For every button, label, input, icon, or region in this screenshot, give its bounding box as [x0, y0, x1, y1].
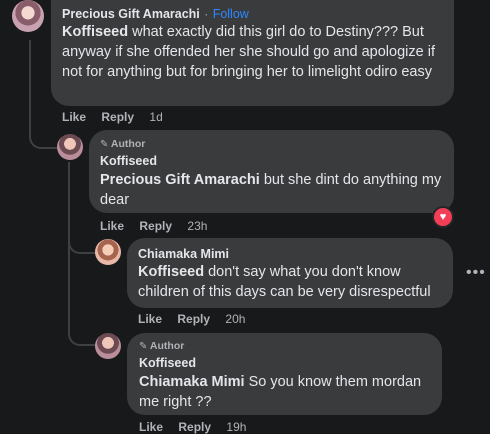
comment-actions: Like Reply 20h [138, 312, 257, 326]
author-badge: ✎ Author [139, 340, 185, 352]
comment-author[interactable]: Chiamaka Mimi [138, 247, 229, 261]
comment-text: Chiamaka Mimi So you know them mordan me… [139, 372, 439, 412]
love-reaction-icon[interactable]: ♥ [432, 206, 454, 228]
timestamp[interactable]: 23h [187, 219, 207, 233]
comment-author[interactable]: Precious Gift Amarachi [62, 7, 200, 21]
timestamp[interactable]: 19h [226, 420, 246, 434]
like-button[interactable]: Like [139, 420, 163, 434]
reply-button[interactable]: Reply [101, 110, 134, 124]
separator-dot: · [204, 7, 209, 21]
reply-button[interactable]: Reply [178, 420, 211, 434]
comment-actions: Like Reply 23h [100, 219, 219, 233]
thread-connector [29, 125, 59, 149]
mention[interactable]: Chiamaka Mimi [139, 374, 245, 390]
mention[interactable]: Koffiseed [62, 24, 128, 40]
author-badge: ✎ Author [100, 138, 146, 150]
mention[interactable]: Koffiseed [138, 264, 204, 280]
pencil-icon: ✎ [100, 139, 109, 150]
like-button[interactable]: Like [100, 219, 124, 233]
like-button[interactable]: Like [138, 312, 162, 326]
avatar[interactable] [95, 239, 121, 265]
avatar[interactable] [57, 134, 83, 160]
comment-author[interactable]: Koffiseed [100, 154, 157, 168]
comment-actions: Like Reply 19h [139, 420, 258, 434]
thread-line [29, 40, 31, 135]
thread-connector [68, 232, 96, 254]
comment-actions: Like Reply 1d [62, 110, 175, 124]
avatar[interactable] [95, 333, 121, 359]
timestamp[interactable]: 1d [149, 110, 162, 124]
thread-connector [68, 322, 96, 346]
mention[interactable]: Precious Gift Amarachi [100, 172, 260, 188]
timestamp[interactable]: 20h [225, 312, 245, 326]
follow-button[interactable]: Follow [213, 7, 249, 21]
comment-header: Precious Gift Amarachi · Follow [62, 5, 249, 23]
comment-author[interactable]: Koffiseed [139, 356, 196, 370]
reply-button[interactable]: Reply [177, 312, 210, 326]
pencil-icon: ✎ [139, 341, 148, 352]
avatar[interactable] [12, 0, 44, 32]
like-button[interactable]: Like [62, 110, 86, 124]
comment-text: Koffiseed what exactly did this girl do … [62, 22, 447, 82]
reply-button[interactable]: Reply [139, 219, 172, 233]
comment-text: Koffiseed don't say what you don't know … [138, 262, 446, 302]
ellipsis-icon[interactable]: ••• [466, 264, 486, 282]
comment-text: Precious Gift Amarachi but she dint do a… [100, 170, 445, 210]
